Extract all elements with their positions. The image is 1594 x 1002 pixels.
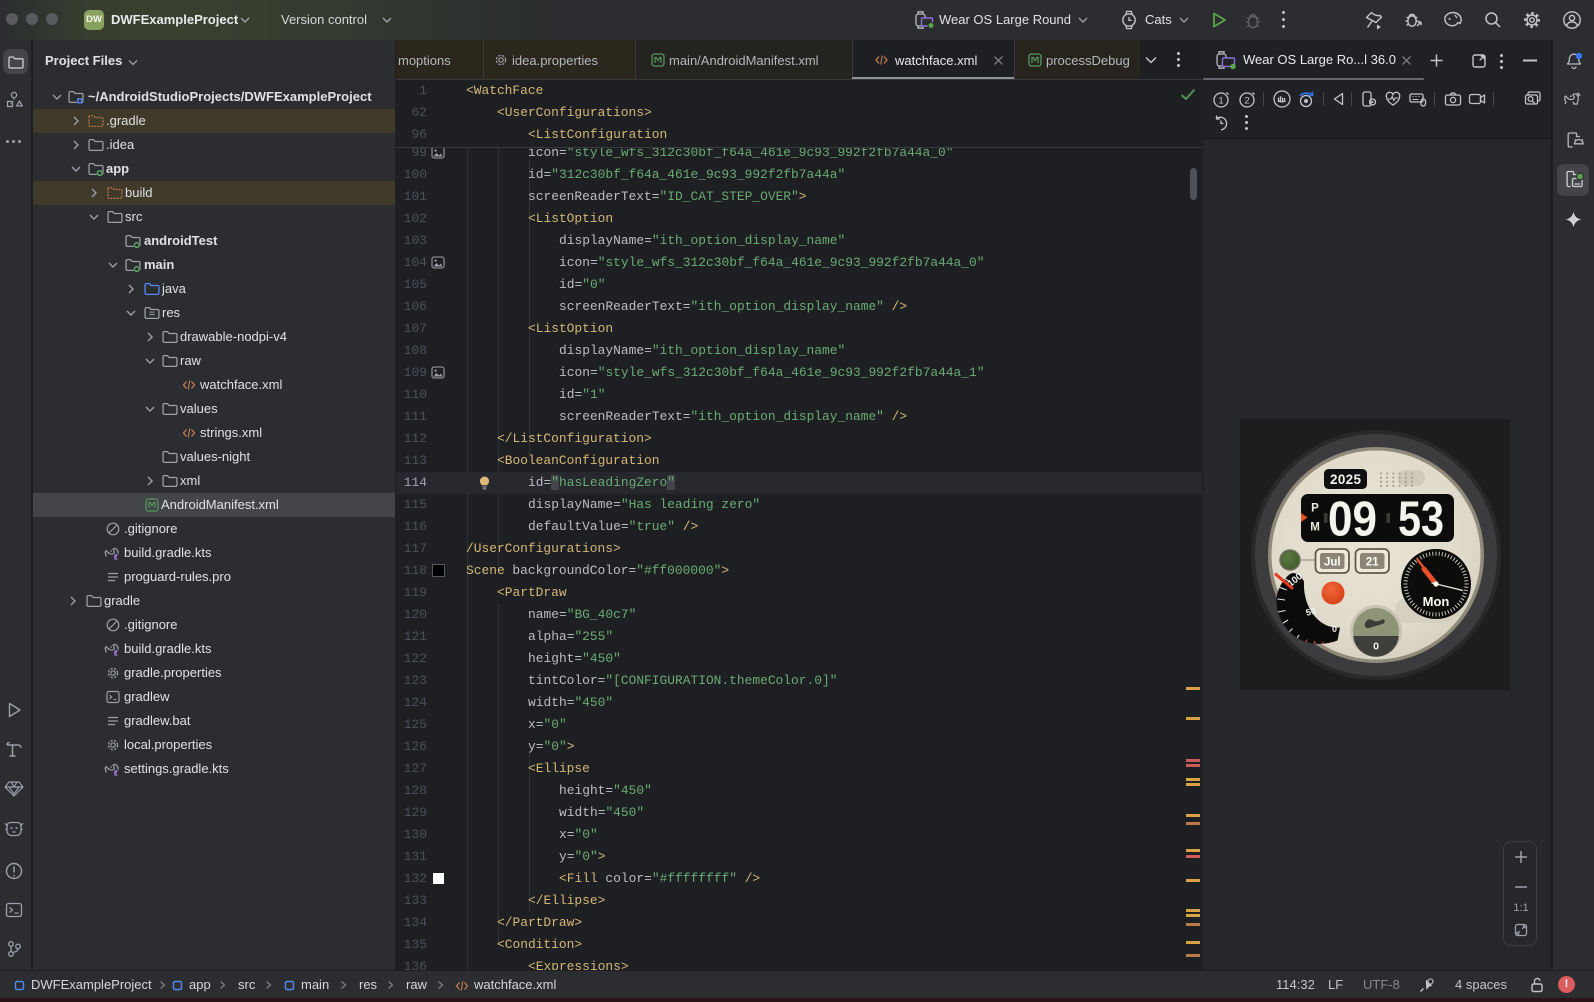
- svg-text:09: 09: [1328, 493, 1377, 547]
- svg-text:1: 1: [1218, 96, 1223, 107]
- svg-text:2025: 2025: [1330, 472, 1361, 487]
- svg-text:21: 21: [1366, 557, 1379, 569]
- svg-text:2: 2: [1244, 96, 1249, 107]
- svg-text:0: 0: [1373, 641, 1379, 653]
- svg-text:M: M: [1310, 522, 1320, 534]
- svg-text:0: 0: [1332, 624, 1337, 634]
- svg-text:P: P: [1311, 503, 1319, 515]
- svg-text:53: 53: [1398, 493, 1444, 547]
- svg-text:Jul: Jul: [1324, 557, 1341, 569]
- svg-text:Mon: Mon: [1423, 594, 1450, 609]
